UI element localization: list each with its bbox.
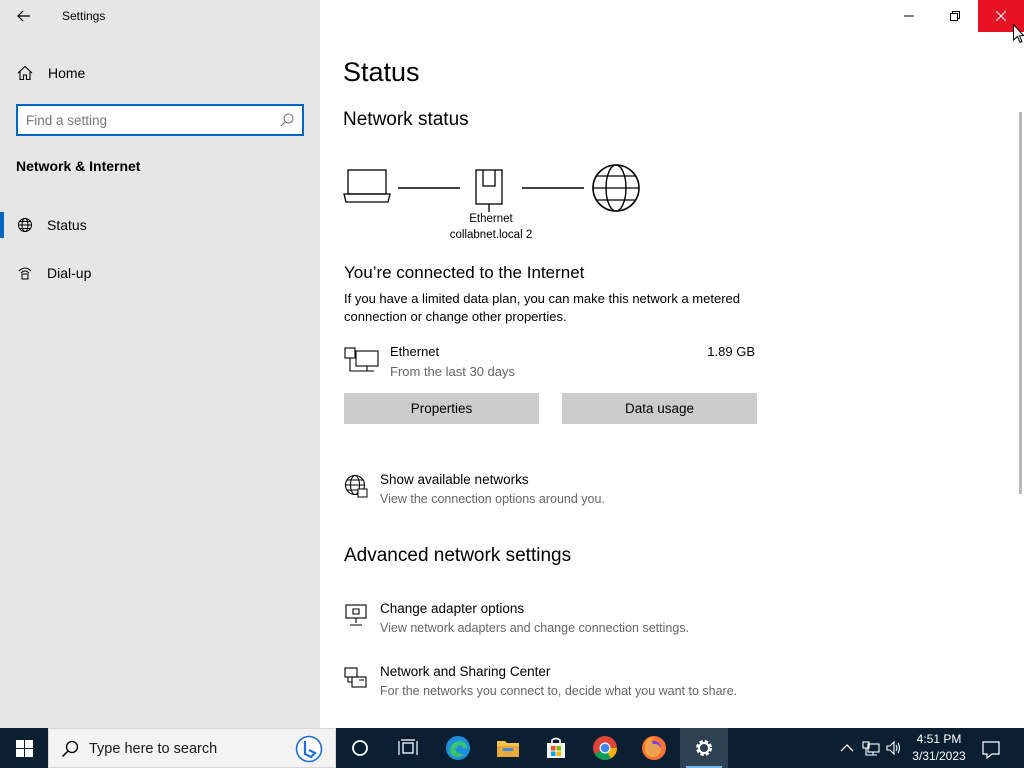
taskbar: Type here to search 4:51 PM 3/31/2023 — [0, 728, 1024, 768]
back-arrow-icon — [17, 10, 30, 22]
laptop-icon — [343, 169, 391, 203]
search-icon[interactable] — [280, 113, 294, 127]
network-tray-icon[interactable] — [862, 739, 880, 757]
minimize-button[interactable] — [886, 0, 932, 32]
taskbar-search-box[interactable]: Type here to search — [48, 728, 336, 768]
sidebar-item-dial-up[interactable]: Dial-up — [0, 255, 320, 291]
link-description: View network adapters and change connect… — [380, 621, 689, 635]
minimize-icon — [904, 15, 914, 17]
restore-button[interactable] — [932, 0, 978, 32]
firefox-taskbar-button[interactable] — [630, 728, 678, 768]
settings-taskbar-button[interactable] — [680, 728, 728, 768]
file-explorer-taskbar-button[interactable] — [484, 728, 532, 768]
search-input[interactable] — [26, 110, 266, 130]
clock-date: 3/31/2023 — [912, 749, 966, 763]
clock-time: 4:51 PM — [916, 732, 962, 746]
bing-icon[interactable] — [295, 735, 323, 763]
advanced-network-settings-heading: Advanced network settings — [344, 545, 572, 566]
dial-up-icon — [18, 267, 32, 280]
volume-icon[interactable] — [885, 739, 903, 757]
connection-period: From the last 30 days — [390, 364, 515, 379]
change-adapter-options-link[interactable]: Change adapter options View network adap… — [344, 601, 844, 645]
page-title: Status — [343, 57, 420, 87]
data-usage-button[interactable]: Data usage — [562, 393, 757, 424]
firefox-icon — [642, 736, 666, 760]
link-title: Change adapter options — [380, 601, 525, 616]
link-title: Network and Sharing Center — [380, 664, 551, 679]
search-icon — [61, 740, 79, 758]
network-diagram: Ethernet collabnet.local 2 — [342, 160, 652, 250]
connection-status-description: If you have a limited data plan, you can… — [344, 291, 740, 324]
link-title: Show available networks — [380, 472, 529, 487]
edge-taskbar-button[interactable] — [434, 728, 482, 768]
sharing-center-icon — [344, 667, 367, 688]
cortana-icon — [352, 740, 368, 756]
sidebar-item-status[interactable]: Status — [0, 207, 320, 243]
windows-logo-icon — [15, 739, 33, 757]
settings-sidebar: Settings Home Network & Internet Status … — [0, 0, 320, 728]
notification-icon[interactable] — [980, 738, 1002, 760]
ethernet-icon — [344, 347, 379, 372]
network-name-label: collabnet.local 2 — [449, 229, 533, 241]
sidebar-item-label: Status — [47, 217, 87, 233]
internet-globe-icon — [592, 164, 640, 212]
globe-network-icon — [18, 218, 32, 232]
find-setting-search[interactable] — [16, 104, 304, 136]
chrome-taskbar-button[interactable] — [581, 728, 629, 768]
settings-gear-icon — [696, 740, 712, 756]
search-placeholder: Type here to search — [89, 741, 218, 757]
restore-icon — [950, 11, 960, 21]
cortana-button[interactable] — [336, 728, 384, 768]
sidebar-item-label: Dial-up — [47, 265, 92, 281]
home-icon — [17, 65, 33, 81]
show-available-networks-link[interactable]: Show available networks View the connect… — [344, 472, 844, 516]
link-description: View the connection options around you. — [380, 492, 605, 506]
link-description: For the networks you connect to, decide … — [380, 684, 738, 698]
ethernet-adapter-icon — [475, 169, 503, 212]
connection-name: Ethernet — [390, 344, 440, 359]
chevron-up-icon[interactable] — [838, 739, 856, 757]
close-icon — [996, 11, 1006, 21]
section-title: Network & Internet — [16, 158, 141, 174]
store-icon — [547, 737, 565, 758]
adapter-label: Ethernet — [469, 213, 513, 225]
app-title: Settings — [62, 9, 106, 23]
task-view-icon — [398, 739, 418, 755]
store-taskbar-button[interactable] — [532, 728, 580, 768]
network-status-heading: Network status — [343, 109, 469, 130]
data-usage-value: 1.89 GB — [707, 344, 755, 359]
task-view-button[interactable] — [384, 728, 432, 768]
scrollbar[interactable] — [1019, 112, 1022, 494]
back-button[interactable] — [8, 2, 40, 30]
connection-status-title: You’re connected to the Internet — [344, 263, 585, 282]
chrome-icon — [593, 736, 617, 761]
edge-icon — [446, 736, 470, 760]
start-button[interactable] — [0, 728, 48, 768]
sidebar-item-home[interactable]: Home — [0, 56, 320, 90]
main-content: Status Network status Ethernet collabnet… — [320, 0, 1024, 728]
system-clock[interactable]: 4:51 PM 3/31/2023 — [906, 731, 972, 765]
mouse-cursor-icon — [1013, 24, 1024, 44]
sidebar-item-label: Home — [48, 65, 86, 81]
network-sharing-center-link[interactable]: Network and Sharing Center For the netwo… — [344, 664, 844, 708]
network-adapter-icon — [345, 604, 367, 626]
file-explorer-icon — [497, 741, 519, 757]
properties-button[interactable]: Properties — [344, 393, 539, 424]
globe-wifi-icon — [344, 474, 368, 498]
